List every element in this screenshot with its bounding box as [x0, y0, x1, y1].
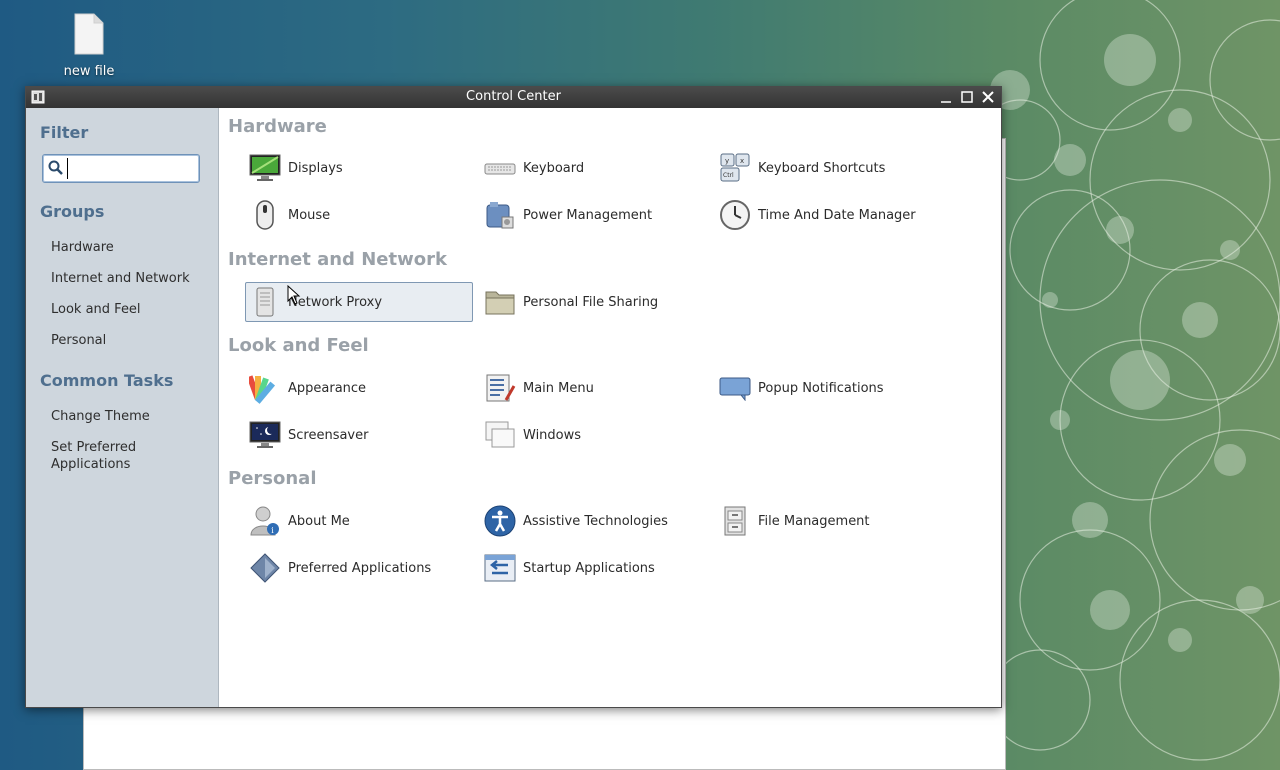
- item-screensaver[interactable]: Screensaver: [245, 415, 473, 455]
- main-panel: Hardware Displays Keyboard y x Ctrl Keyboa…: [219, 108, 1001, 707]
- item-label: Appearance: [288, 380, 367, 396]
- item-keyboard[interactable]: Keyboard: [480, 148, 708, 188]
- search-icon: [48, 160, 63, 175]
- item-mouse[interactable]: Mouse: [245, 195, 473, 235]
- item-assistive-technologies[interactable]: Assistive Technologies: [480, 501, 708, 541]
- accessibility-icon: [484, 505, 516, 537]
- group-link-hardware[interactable]: Hardware: [51, 239, 114, 256]
- close-icon: [982, 91, 994, 103]
- filter-heading: Filter: [40, 123, 89, 142]
- item-label: Personal File Sharing: [523, 294, 659, 310]
- item-main-menu[interactable]: Main Menu: [480, 368, 708, 408]
- display-icon: [249, 154, 281, 181]
- minimize-icon: [941, 101, 951, 103]
- file-icon: [74, 13, 104, 55]
- section-title-look-feel: Look and Feel: [228, 335, 369, 356]
- item-label: Power Management: [523, 207, 653, 223]
- svg-text:i: i: [271, 526, 274, 535]
- minimize-button[interactable]: [937, 88, 955, 106]
- item-label: Assistive Technologies: [523, 513, 668, 529]
- item-label: About Me: [288, 513, 350, 529]
- window-title: Control Center: [466, 89, 561, 104]
- file-cabinet-icon: [724, 506, 746, 536]
- item-file-management[interactable]: File Management: [715, 501, 943, 541]
- common-tasks-heading: Common Tasks: [40, 371, 174, 390]
- item-label: File Management: [758, 513, 870, 529]
- search-input[interactable]: [67, 158, 196, 179]
- svg-text:Ctrl: Ctrl: [723, 172, 734, 179]
- keyboard-icon: [484, 163, 516, 175]
- item-label: Startup Applications: [523, 560, 655, 576]
- group-link-personal[interactable]: Personal: [51, 332, 106, 349]
- sidebar: Filter Groups Hardware Internet and Netw…: [26, 108, 219, 707]
- control-center-window: Control Center Filter Groups Hardware In…: [25, 86, 1002, 708]
- item-about-me[interactable]: i About Me: [245, 501, 473, 541]
- search-field[interactable]: [42, 154, 200, 183]
- item-label: Main Menu: [523, 380, 594, 396]
- network-proxy-icon: [256, 287, 274, 317]
- windows-icon: [485, 421, 515, 448]
- item-label: Keyboard Shortcuts: [758, 160, 886, 176]
- item-personal-file-sharing[interactable]: Personal File Sharing: [480, 282, 708, 322]
- groups-heading: Groups: [40, 202, 105, 221]
- svg-text:y: y: [725, 157, 729, 165]
- section-title-personal: Personal: [228, 468, 317, 489]
- desktop-file-label: new file: [63, 64, 115, 79]
- startup-apps-icon: [484, 554, 516, 582]
- titlebar[interactable]: Control Center: [26, 87, 1001, 108]
- main-menu-icon: [486, 374, 516, 402]
- task-link-change-theme[interactable]: Change Theme: [51, 408, 150, 425]
- item-label: Time And Date Manager: [758, 207, 916, 223]
- item-power-management[interactable]: Power Management: [480, 195, 708, 235]
- preferred-apps-icon: [250, 553, 280, 583]
- wallpaper-decoration: [980, 0, 1280, 761]
- maximize-icon: [961, 91, 973, 103]
- item-label: Screensaver: [288, 427, 369, 443]
- item-popup-notifications[interactable]: Popup Notifications: [715, 368, 943, 408]
- notification-icon: [719, 377, 751, 401]
- task-link-set-preferred-apps[interactable]: Set Preferred Applications: [51, 439, 161, 473]
- item-label: Windows: [523, 427, 582, 443]
- screensaver-icon: [249, 421, 281, 448]
- item-label: Popup Notifications: [758, 380, 884, 396]
- item-label: Preferred Applications: [288, 560, 432, 576]
- section-title-hardware: Hardware: [228, 116, 327, 137]
- item-startup-applications[interactable]: Startup Applications: [480, 548, 708, 588]
- mouse-pointer-icon: [287, 285, 301, 305]
- item-windows[interactable]: Windows: [480, 415, 708, 455]
- item-label: Network Proxy: [288, 294, 383, 310]
- power-management-icon: [486, 202, 514, 229]
- section-title-internet-network: Internet and Network: [228, 249, 447, 270]
- desktop-file-new-file[interactable]: new file: [58, 12, 120, 79]
- group-link-internet-network[interactable]: Internet and Network: [51, 270, 190, 287]
- appearance-icon: [249, 375, 276, 404]
- item-time-date-manager[interactable]: Time And Date Manager: [715, 195, 943, 235]
- group-link-look-feel[interactable]: Look and Feel: [51, 301, 141, 318]
- item-keyboard-shortcuts[interactable]: y x Ctrl Keyboard Shortcuts: [715, 148, 943, 188]
- keyboard-shortcuts-icon: y x Ctrl: [720, 153, 750, 182]
- item-network-proxy[interactable]: Network Proxy: [245, 282, 473, 322]
- folder-share-icon: [485, 291, 515, 315]
- maximize-button[interactable]: [958, 88, 976, 106]
- close-button[interactable]: [979, 88, 997, 106]
- mouse-icon: [256, 200, 274, 230]
- item-appearance[interactable]: Appearance: [245, 368, 473, 408]
- item-displays[interactable]: Displays: [245, 148, 473, 188]
- item-label: Mouse: [288, 207, 331, 223]
- clock-icon: [720, 200, 750, 230]
- about-me-icon: i: [250, 506, 279, 536]
- svg-text:x: x: [740, 157, 744, 165]
- item-label: Keyboard: [523, 160, 585, 176]
- item-label: Displays: [288, 160, 343, 176]
- item-preferred-applications[interactable]: Preferred Applications: [245, 548, 473, 588]
